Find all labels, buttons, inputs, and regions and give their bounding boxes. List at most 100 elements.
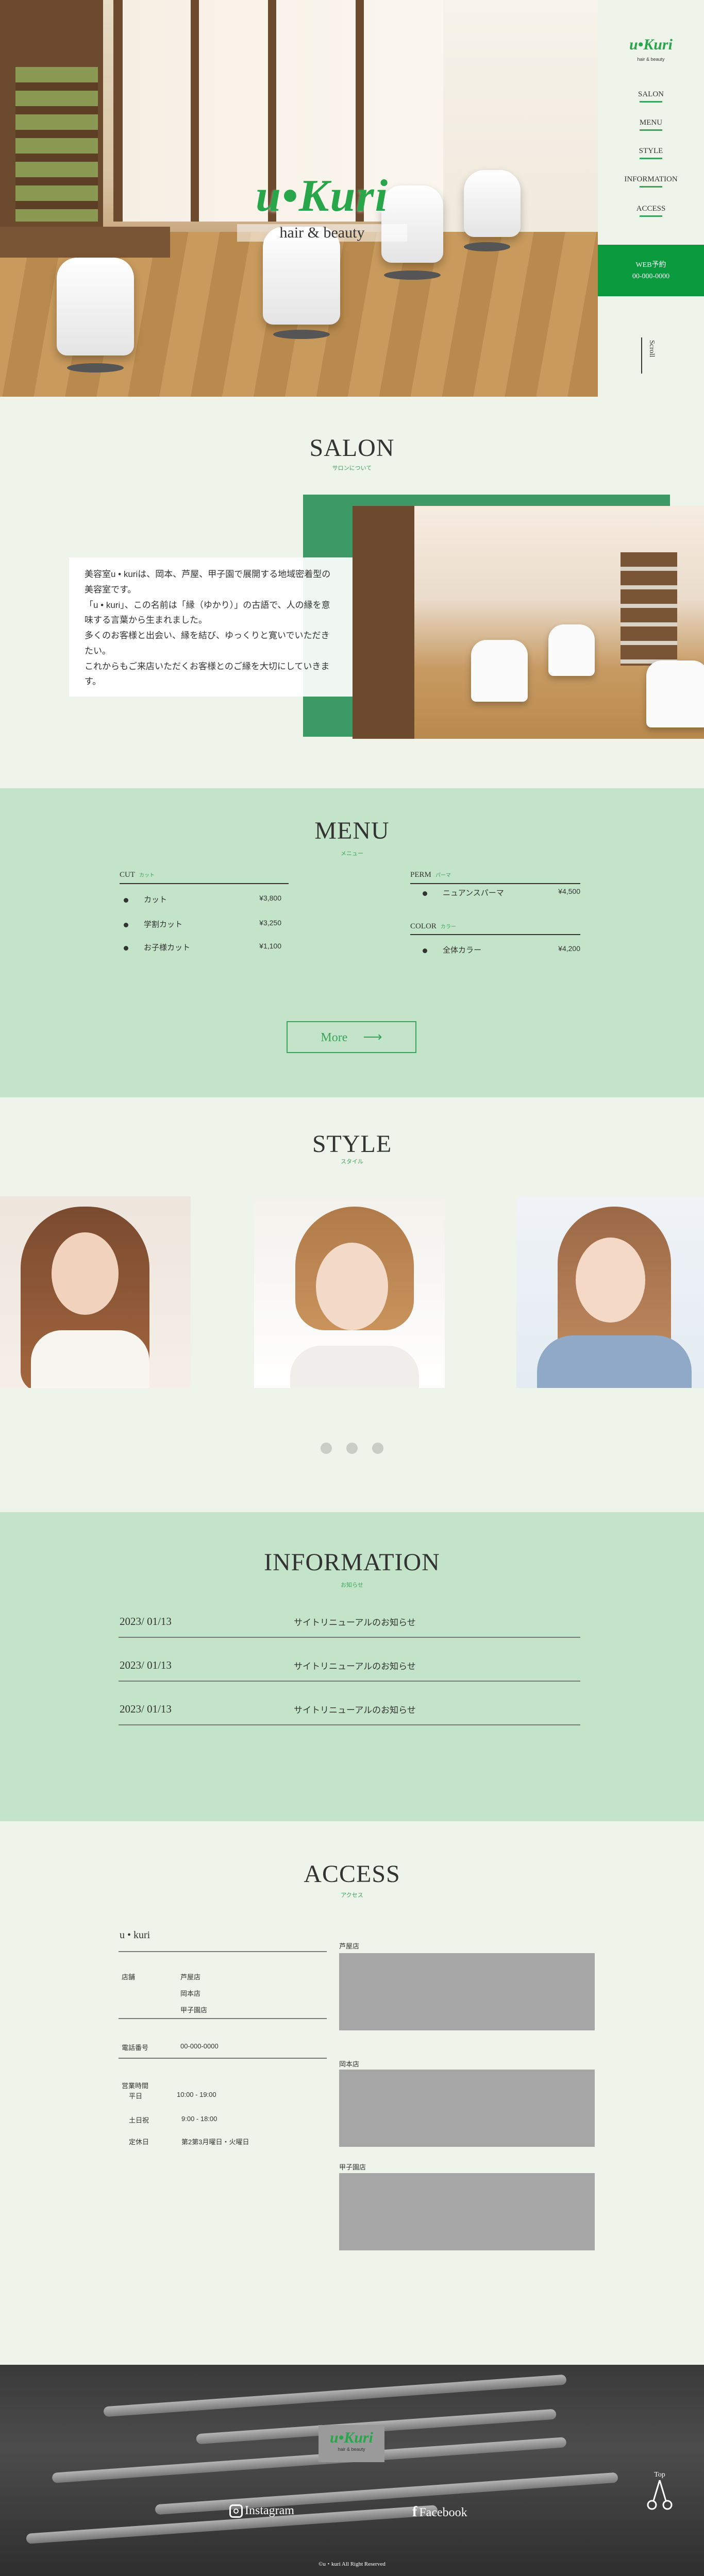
nav-item-label: SALON <box>638 90 664 98</box>
access-stores-label: 店舗 <box>122 1973 136 1981</box>
style-photo-shoulders <box>537 1335 692 1388</box>
access-sat-label: 土日祝 <box>129 2116 149 2124</box>
salon-paragraph: これからもご来店いただくお客様とのご縁を大切にしていきます。 <box>85 661 330 687</box>
access-store: 岡本店 <box>180 1990 201 1997</box>
style-title: STYLE <box>312 1130 392 1158</box>
information-item[interactable]: 2023/ 01/13 サイトリニューアルのお知らせ <box>119 1595 580 1638</box>
menu-item-price: ¥3,800 <box>259 894 281 902</box>
arrow-right-icon: ⟶ <box>363 1029 382 1044</box>
instagram-link[interactable]: Instagram <box>229 2504 294 2518</box>
bullet-icon <box>423 948 427 953</box>
information-text[interactable]: サイトリニューアルのお知らせ <box>294 1659 416 1672</box>
style-photo-face <box>52 1232 119 1315</box>
salon-paragraph: 「u • kuri」、この名前は「縁（ゆかり）」の古語で、人の縁を意味する言葉か… <box>85 600 330 625</box>
web-reservation-phone: 00-000-0000 <box>632 273 670 280</box>
menu-item-price: ¥3,250 <box>259 919 281 927</box>
menu-item: 全体カラー <box>423 944 481 955</box>
map-koshien[interactable] <box>339 2173 595 2250</box>
slider-dot[interactable] <box>321 1443 332 1454</box>
nav-item-information[interactable]: INFORMATION <box>598 175 704 188</box>
bullet-icon <box>423 891 427 896</box>
menu-category-line <box>120 883 289 884</box>
menu-item-price: ¥4,500 <box>558 887 580 895</box>
menu-item: カット <box>124 894 167 905</box>
salon-photo <box>353 506 704 739</box>
menu-category-sub: カラー <box>440 924 456 930</box>
bullet-icon <box>124 945 128 951</box>
access-title: ACCESS <box>304 1860 400 1888</box>
nav-item-label: MENU <box>639 118 663 127</box>
access-shop-name: u • kuri <box>120 1929 150 1941</box>
access-phone[interactable]: 00-000-0000 <box>180 2042 219 2050</box>
nav-item-salon[interactable]: SALON <box>598 90 704 103</box>
nav-item-menu[interactable]: MENU <box>598 118 704 131</box>
menu-item-name: 学割カット <box>144 920 183 929</box>
information-item[interactable]: 2023/ 01/13 サイトリニューアルのお知らせ <box>119 1682 580 1725</box>
menu-category-line <box>410 934 580 935</box>
top-label: Top <box>654 2471 665 2479</box>
footer-logo[interactable]: u•Kuri hair & beauty <box>319 2425 384 2462</box>
access-divider <box>119 1951 327 1952</box>
access-store: 甲子園店 <box>180 2006 208 2014</box>
side-navigation: u•Kuri hair & beauty SALON MENU STYLE IN… <box>598 0 704 397</box>
information-date: 2023/ 01/13 <box>120 1659 172 1671</box>
slider-dot[interactable] <box>372 1443 383 1454</box>
nav-underline <box>640 101 662 103</box>
menu-more-button[interactable]: More ⟶ <box>287 1021 416 1053</box>
salon-paragraph: 多くのお客様と出会い、縁を結び、ゆっくりと寛いでいただきたい。 <box>85 631 330 656</box>
information-text[interactable]: サイトリニューアルのお知らせ <box>294 1703 416 1716</box>
map-okamoto[interactable] <box>339 2070 595 2147</box>
map-label: 岡本店 <box>339 2060 360 2068</box>
slider-dot[interactable] <box>346 1443 358 1454</box>
menu-item-name: お子様カット <box>144 943 191 952</box>
access-weekday-label: 平日 <box>129 2092 143 2100</box>
information-text[interactable]: サイトリニューアルのお知らせ <box>294 1615 416 1628</box>
style-subtitle: スタイル <box>341 1159 363 1165</box>
copyright: ©u・kuri All Right Reserved <box>319 2561 385 2567</box>
web-reservation-button[interactable]: WEB予約 00-000-0000 <box>598 245 704 296</box>
access-divider <box>119 2018 327 2019</box>
access-store: 芦屋店 <box>180 1973 201 1981</box>
menu-item: ニュアンスパーマ <box>423 887 504 898</box>
back-to-top-button[interactable]: Top <box>639 2471 680 2515</box>
style-card[interactable] <box>516 1196 704 1388</box>
nav-logo[interactable]: u•Kuri <box>624 36 678 54</box>
menu-category-sub: パーマ <box>435 873 451 878</box>
access-sat-hours: 9:00 - 18:00 <box>181 2115 217 2123</box>
menu-category-line <box>410 883 580 884</box>
map-label: 芦屋店 <box>339 1942 360 1950</box>
style-card[interactable] <box>254 1196 445 1388</box>
information-title: INFORMATION <box>264 1549 440 1576</box>
style-photo-shoulders <box>31 1330 149 1388</box>
footer-logo-sub: hair & beauty <box>338 2447 365 2452</box>
facebook-link[interactable]: f Facebook <box>412 2504 467 2520</box>
style-card[interactable] <box>0 1196 191 1388</box>
access-weekday-hours: 10:00 - 19:00 <box>177 2091 216 2098</box>
information-subtitle: お知らせ <box>341 1582 363 1588</box>
salon-title: SALON <box>309 434 395 462</box>
menu-category-perm: PERM パーマ <box>410 871 451 879</box>
menu-category-label: COLOR <box>410 922 437 930</box>
more-label: More <box>321 1031 348 1044</box>
nav-item-access[interactable]: ACCESS <box>598 205 704 217</box>
information-item[interactable]: 2023/ 01/13 サイトリニューアルのお知らせ <box>119 1638 580 1682</box>
nav-logo-sub: hair & beauty <box>637 57 665 62</box>
menu-item-name: カット <box>144 895 167 904</box>
menu-category-cut: CUT カット <box>120 871 155 879</box>
map-ashiya[interactable] <box>339 1953 595 2030</box>
bullet-icon <box>124 897 128 903</box>
web-reservation-label: WEB予約 <box>635 261 666 269</box>
nav-underline <box>640 186 662 188</box>
scroll-label[interactable]: Scroll <box>647 340 656 357</box>
instagram-icon <box>229 2504 243 2518</box>
nav-item-style[interactable]: STYLE <box>598 147 704 159</box>
style-photo-face <box>576 1238 645 1323</box>
menu-title: MENU <box>314 817 390 844</box>
menu-subtitle: メニュー <box>341 851 363 857</box>
menu-category-label: PERM <box>410 871 431 879</box>
menu-item-name: ニュアンスパーマ <box>443 889 504 897</box>
nav-underline <box>640 158 662 159</box>
hero-logo: u•Kuri hair & beauty <box>237 170 407 247</box>
information-date: 2023/ 01/13 <box>120 1703 172 1715</box>
scroll-indicator-line <box>641 337 642 374</box>
